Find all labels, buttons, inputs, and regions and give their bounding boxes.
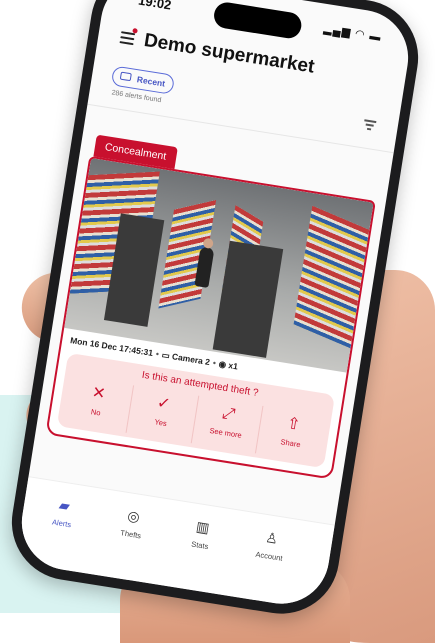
share-button[interactable]: ⇧ Share: [256, 406, 327, 464]
account-icon: ♙: [264, 529, 280, 547]
nav-item-stats[interactable]: ▥ Stats: [170, 514, 234, 554]
yes-button[interactable]: ✓ Yes: [126, 385, 199, 444]
see-more-button[interactable]: ⤢ See more: [191, 395, 264, 454]
nav-label: Stats: [190, 539, 210, 552]
camera-icon: ▭: [161, 349, 171, 361]
chip-label: Recent: [136, 74, 166, 89]
no-button[interactable]: ✕ No: [61, 375, 134, 433]
filter-icon[interactable]: [363, 119, 377, 131]
shelf: [293, 205, 370, 349]
nav-label: Alerts: [51, 517, 72, 530]
alert-card[interactable]: Mon 16 Dec 17:45:31•▭ Camera 2•◉ x1 Is t…: [45, 155, 376, 480]
status-time: 19:02: [137, 0, 173, 13]
nav-item-thefts[interactable]: ◎ Thefts: [100, 503, 164, 543]
alert-camera: Camera 2: [171, 351, 211, 368]
thefts-icon: ◎: [126, 507, 141, 525]
nav-item-alerts[interactable]: ▰ Alerts: [31, 493, 95, 533]
camera-icon: ▰: [57, 496, 72, 514]
eye-icon: ◉: [218, 358, 227, 370]
dynamic-island: [212, 0, 304, 41]
notification-dot: [132, 27, 138, 34]
nav-label: Account: [254, 549, 284, 563]
menu-icon[interactable]: [119, 31, 136, 46]
nav-label: Thefts: [119, 528, 142, 541]
camera-icon: [119, 71, 132, 82]
stats-icon: ▥: [194, 518, 211, 536]
alert-views: x1: [227, 360, 239, 372]
status-icons: ▂▄▆ ◠ ▬: [322, 22, 383, 44]
nav-item-account[interactable]: ♙ Account: [239, 525, 303, 565]
shelf-end: [212, 240, 284, 358]
